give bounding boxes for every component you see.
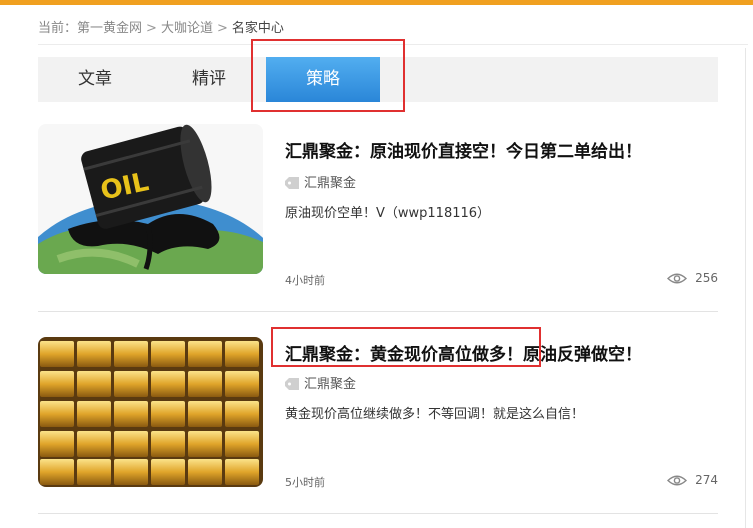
- highlight-box-title: [271, 327, 541, 367]
- article-thumbnail[interactable]: OIL: [38, 124, 263, 274]
- article-views-count: 256: [695, 271, 718, 285]
- article-divider: [38, 513, 718, 514]
- top-accent-bar: [0, 0, 753, 5]
- article-tag[interactable]: 汇鼎聚金: [285, 172, 356, 191]
- tag-icon: [285, 378, 299, 390]
- tag-icon: [285, 177, 299, 189]
- tab-articles[interactable]: 文章: [38, 57, 152, 102]
- breadcrumb-item-current: 名家中心: [231, 21, 284, 36]
- breadcrumb-item-section[interactable]: 大咖论道: [161, 21, 213, 36]
- article-views: 256: [667, 271, 718, 285]
- article-time: 4小时前: [285, 274, 325, 287]
- breadcrumb-item-home[interactable]: 第一黄金网: [77, 21, 142, 36]
- breadcrumb-prefix: 当前：: [38, 21, 78, 36]
- tab-reviews[interactable]: 精评: [152, 57, 266, 102]
- article-views-count: 274: [695, 473, 718, 487]
- article-summary: 原油现价空单！V（wwp118116）: [285, 206, 491, 221]
- gold-bars-icon: [38, 337, 263, 487]
- article-tag[interactable]: 汇鼎聚金: [285, 373, 356, 392]
- breadcrumb-separator: >: [216, 21, 228, 36]
- article-title[interactable]: 汇鼎聚金：原油现价直接空！今日第二单给出！: [285, 137, 642, 162]
- article-divider: [38, 311, 718, 312]
- eye-icon: [667, 475, 688, 486]
- right-border: [745, 48, 746, 528]
- eye-icon: [667, 273, 688, 284]
- article-time: 5小时前: [285, 476, 325, 489]
- article-tag-label: 汇鼎聚金: [304, 377, 357, 392]
- oil-barrel-globe-icon: OIL: [38, 124, 263, 274]
- article-tag-label: 汇鼎聚金: [304, 176, 357, 191]
- breadcrumb: 当前：第一黄金网 > 大咖论道 > 名家中心: [38, 17, 284, 36]
- article-thumbnail[interactable]: [38, 337, 263, 487]
- breadcrumb-separator: >: [146, 21, 157, 36]
- highlight-box-tab: [251, 39, 405, 112]
- article-summary: 黄金现价高位继续做多！不等回调！就是这么自信！: [285, 407, 585, 422]
- article-item: OIL 汇鼎聚金：原油现价直接空！今日第二单给出！ 汇鼎聚金 原油现价空单！V（…: [38, 124, 718, 294]
- article-views: 274: [667, 473, 718, 487]
